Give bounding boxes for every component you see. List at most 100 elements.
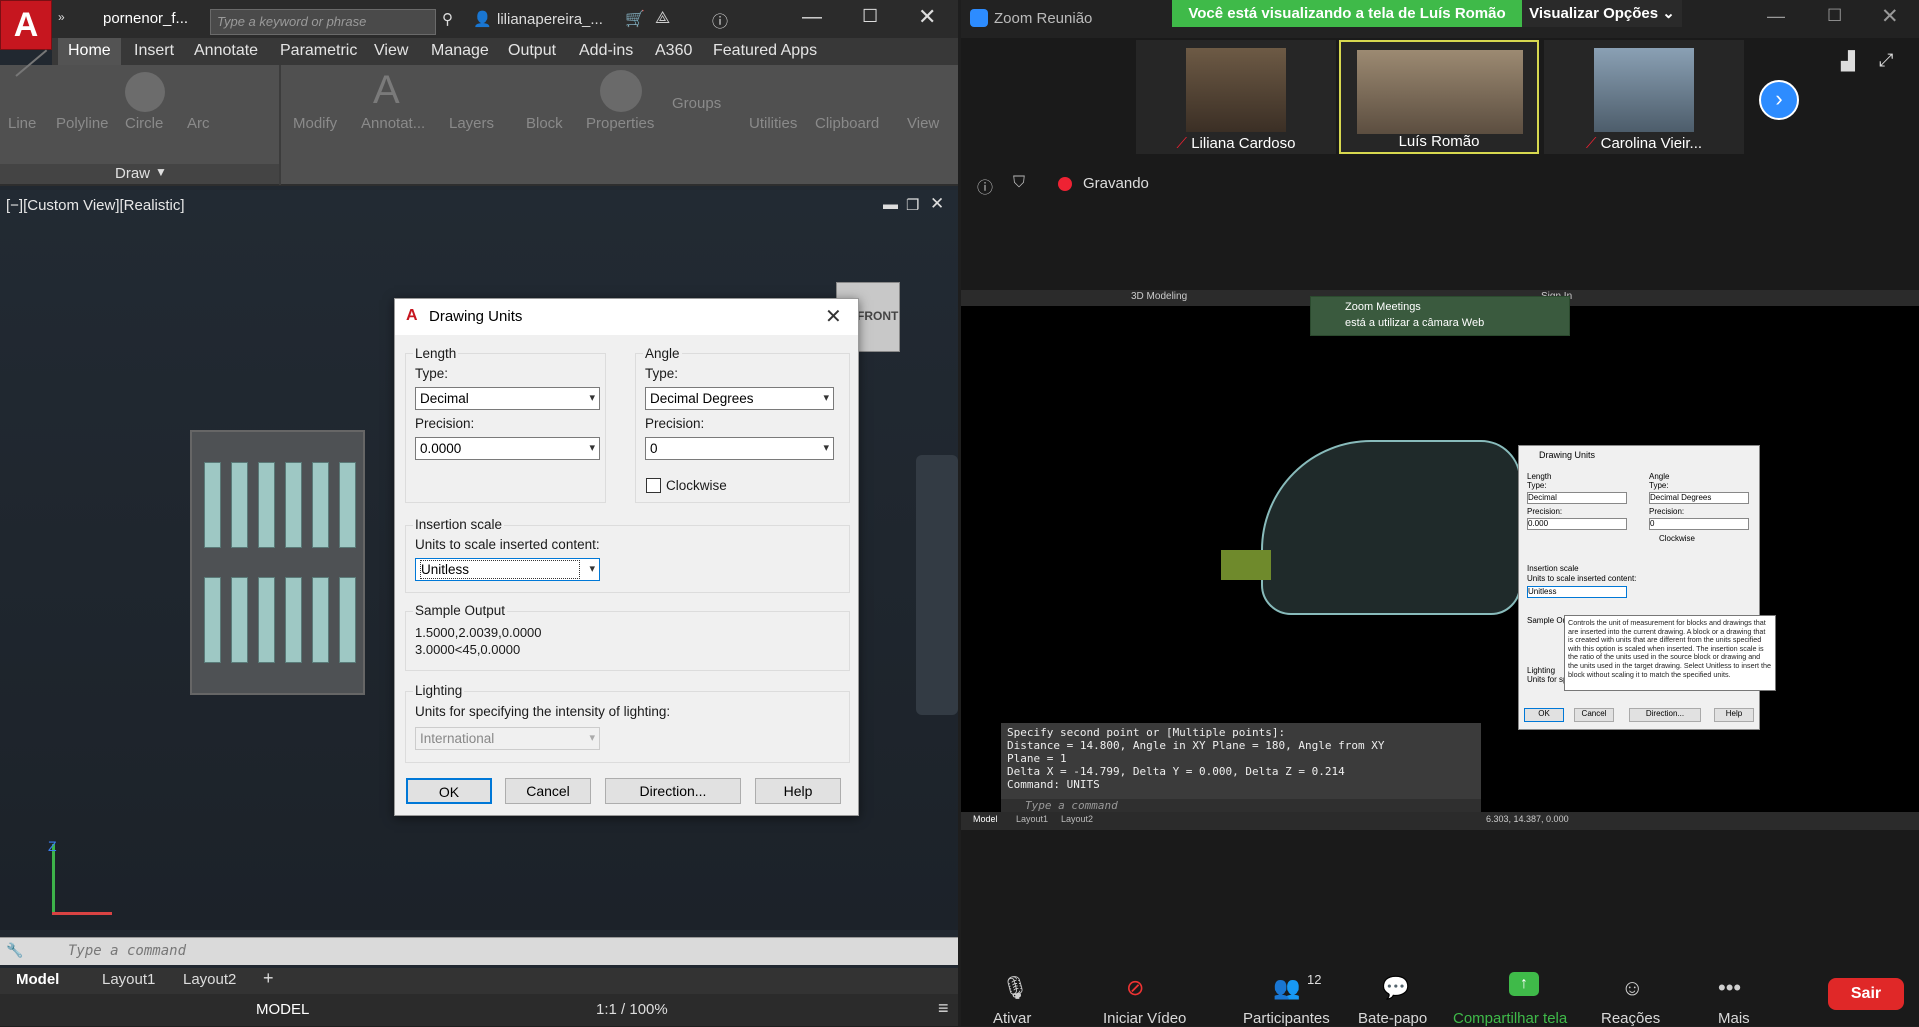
mini-cancel-button[interactable]: Cancel xyxy=(1574,708,1614,722)
cancel-button[interactable]: Cancel xyxy=(505,778,591,804)
polyline-button[interactable]: Polyline xyxy=(56,115,109,132)
autocad-app-menu-button[interactable]: A xyxy=(0,0,52,50)
close-icon[interactable]: ✕ xyxy=(1881,4,1899,29)
tab-output[interactable]: Output xyxy=(508,38,556,65)
mute-button[interactable]: Ativar xyxy=(993,1010,1031,1027)
maximize-icon[interactable]: ☐ xyxy=(1827,6,1842,26)
vp-close-icon[interactable]: ✕ xyxy=(930,194,944,214)
user-name[interactable]: lilianapereira_... xyxy=(497,11,603,28)
qat-arrow-icon[interactable]: » xyxy=(58,10,65,24)
layers-button[interactable]: Layers xyxy=(449,115,494,132)
tab-model[interactable]: Model xyxy=(16,971,59,988)
insertion-scale-select[interactable]: Unitless ▾ xyxy=(415,558,600,581)
chat-button[interactable]: Bate-papo xyxy=(1358,1010,1427,1027)
properties-button[interactable]: Properties xyxy=(586,115,654,132)
angle-type-select[interactable]: Decimal Degrees ▾ xyxy=(645,387,834,410)
help-button[interactable]: Help xyxy=(755,778,841,804)
more-button[interactable]: Mais xyxy=(1718,1010,1750,1027)
tab-home[interactable]: Home xyxy=(58,38,121,65)
clockwise-checkbox[interactable] xyxy=(646,478,661,493)
vp-restore-icon[interactable]: ❐ xyxy=(906,196,919,214)
ok-button[interactable]: OK xyxy=(406,778,492,804)
webcam-notification[interactable]: Zoom Meetings está a utilizar a câmara W… xyxy=(1310,296,1570,336)
clipboard-button[interactable]: Clipboard xyxy=(815,115,879,132)
shared-command-input[interactable]: Type a command xyxy=(1001,799,1481,813)
direction-button[interactable]: Direction... xyxy=(605,778,741,804)
view-button[interactable]: View xyxy=(907,115,939,132)
command-input[interactable]: Type a command xyxy=(68,943,186,959)
mini-ok-button[interactable]: OK xyxy=(1524,708,1564,722)
binoculars-icon[interactable]: ⚲ xyxy=(442,10,453,28)
leave-meeting-button[interactable]: Sair xyxy=(1828,978,1904,1010)
participants-button[interactable]: Participantes xyxy=(1243,1010,1330,1027)
model-space-toggle[interactable]: MODEL xyxy=(256,1001,309,1018)
tab-a360[interactable]: A360 xyxy=(655,38,692,65)
mini-length-type[interactable]: Decimal xyxy=(1527,492,1627,504)
tab-layout2[interactable]: Layout2 xyxy=(183,971,236,988)
minimize-icon[interactable]: — xyxy=(802,6,822,29)
participants-icon[interactable]: 👥 xyxy=(1273,975,1300,1001)
tab-annotate[interactable]: Annotate xyxy=(194,38,258,65)
cart-icon[interactable]: 🛒 xyxy=(625,9,645,29)
mini-help-button[interactable]: Help xyxy=(1714,708,1754,722)
info-icon[interactable]: ⓘ xyxy=(977,174,993,198)
participant-tile[interactable]: ⟋ Carolina Vieir... xyxy=(1544,40,1744,154)
view-options-button[interactable]: Visualizar Opções ⌄ xyxy=(1522,0,1682,27)
shield-icon[interactable]: ⛉ xyxy=(1013,174,1025,192)
arc-button[interactable]: Arc xyxy=(187,115,210,132)
annotation-button[interactable]: Annotat... xyxy=(361,115,425,132)
angle-precision-select[interactable]: 0 ▾ xyxy=(645,437,834,460)
mini-direction-button[interactable]: Direction... xyxy=(1629,708,1701,722)
close-icon[interactable]: ✕ xyxy=(918,4,936,30)
user-icon[interactable]: 👤 xyxy=(473,10,492,28)
mic-muted-icon[interactable]: 🎙 xyxy=(1001,975,1029,1001)
mini-length-precision[interactable]: 0.000 xyxy=(1527,518,1627,530)
groups-button[interactable]: Groups xyxy=(672,95,721,112)
start-video-button[interactable]: Iniciar Vídeo xyxy=(1103,1010,1186,1027)
tab-view[interactable]: View xyxy=(374,38,408,65)
layout-icon[interactable]: ▟ xyxy=(1841,51,1855,72)
dialog-close-icon[interactable]: ✕ xyxy=(825,304,842,329)
viewport-label[interactable]: [−][Custom View][Realistic] xyxy=(6,197,185,214)
share-screen-button[interactable]: Compartilhar tela xyxy=(1453,1010,1567,1027)
tab-layout1[interactable]: Layout1 xyxy=(102,971,155,988)
video-off-icon[interactable]: ⊘ xyxy=(1126,975,1144,1001)
tab-addins[interactable]: Add-ins xyxy=(579,38,633,65)
length-type-select[interactable]: Decimal ▾ xyxy=(415,387,600,410)
a360-icon[interactable]: ⟁ xyxy=(655,8,670,28)
modify-button[interactable]: Modify xyxy=(293,115,337,132)
reactions-button[interactable]: Reações xyxy=(1601,1010,1660,1027)
chat-icon[interactable]: 💬 xyxy=(1382,975,1409,1001)
reactions-icon[interactable]: ☺ xyxy=(1621,975,1643,1001)
tab-parametric[interactable]: Parametric xyxy=(280,38,357,65)
share-screen-icon[interactable]: ↑ xyxy=(1509,972,1539,996)
length-precision-select[interactable]: 0.0000 ▾ xyxy=(415,437,600,460)
block-button[interactable]: Block xyxy=(526,115,563,132)
command-line[interactable]: 🔧 Type a command xyxy=(0,937,958,965)
more-icon[interactable]: ••• xyxy=(1718,975,1741,1001)
tab-manage[interactable]: Manage xyxy=(431,38,489,65)
annotation-scale[interactable]: 1:1 / 100% xyxy=(596,1001,668,1018)
help-icon[interactable]: ⓘ xyxy=(712,8,728,32)
draw-panel-label-bar[interactable]: Draw ▼ xyxy=(0,164,279,184)
wrench-icon[interactable]: 🔧 xyxy=(6,942,23,959)
tab-featured-apps[interactable]: Featured Apps xyxy=(713,38,817,65)
customize-menu-icon[interactable]: ≡ xyxy=(938,998,949,1019)
circle-button[interactable]: Circle xyxy=(125,115,163,132)
navigation-bar[interactable] xyxy=(916,455,958,715)
search-input[interactable]: Type a keyword or phrase xyxy=(210,9,436,35)
mini-angle-precision[interactable]: 0 xyxy=(1649,518,1749,530)
next-page-icon[interactable]: › xyxy=(1759,80,1799,120)
line-button[interactable]: Line xyxy=(8,115,36,132)
lighting-units-select[interactable]: International ▾ xyxy=(415,727,600,750)
participant-tile-active[interactable]: Luís Romão xyxy=(1339,40,1539,154)
mini-angle-type[interactable]: Decimal Degrees xyxy=(1649,492,1749,504)
tab-insert[interactable]: Insert xyxy=(134,38,174,65)
maximize-icon[interactable]: ☐ xyxy=(862,6,878,27)
add-layout-icon[interactable]: + xyxy=(263,968,274,989)
utilities-button[interactable]: Utilities xyxy=(749,115,797,132)
vp-minimize-icon[interactable]: ▬ xyxy=(883,196,898,213)
participant-tile[interactable]: ⟋ Liliana Cardoso xyxy=(1136,40,1336,154)
fullscreen-icon[interactable]: ⤢ xyxy=(1879,50,1893,71)
minimize-icon[interactable]: — xyxy=(1767,6,1785,27)
